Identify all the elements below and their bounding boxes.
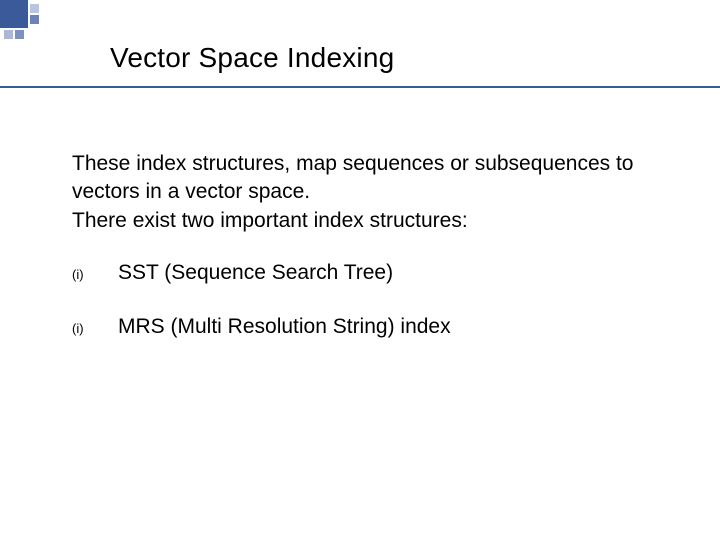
list-item-text: MRS (Multi Resolution String) index xyxy=(118,315,451,339)
intro-paragraph: These index structures, map sequences or… xyxy=(72,150,660,235)
slide-title: Vector Space Indexing xyxy=(110,42,720,74)
deco-square-small xyxy=(30,15,39,24)
deco-square-small xyxy=(4,30,13,39)
slide-body: These index structures, map sequences or… xyxy=(72,150,660,369)
list-item-text: SST (Sequence Search Tree) xyxy=(118,261,393,285)
deco-square-large xyxy=(0,0,28,28)
list-marker: (i) xyxy=(72,321,118,336)
list-item: (i) MRS (Multi Resolution String) index xyxy=(72,315,660,339)
list-marker: (i) xyxy=(72,267,118,282)
corner-decoration xyxy=(0,0,44,44)
intro-line-1: These index structures, map sequences or… xyxy=(72,152,633,203)
intro-line-2: There exist two important index structur… xyxy=(72,209,468,232)
deco-square-small xyxy=(30,4,39,13)
list-item: (i) SST (Sequence Search Tree) xyxy=(72,261,660,285)
title-block: Vector Space Indexing xyxy=(0,42,720,88)
deco-square-small xyxy=(15,30,24,39)
